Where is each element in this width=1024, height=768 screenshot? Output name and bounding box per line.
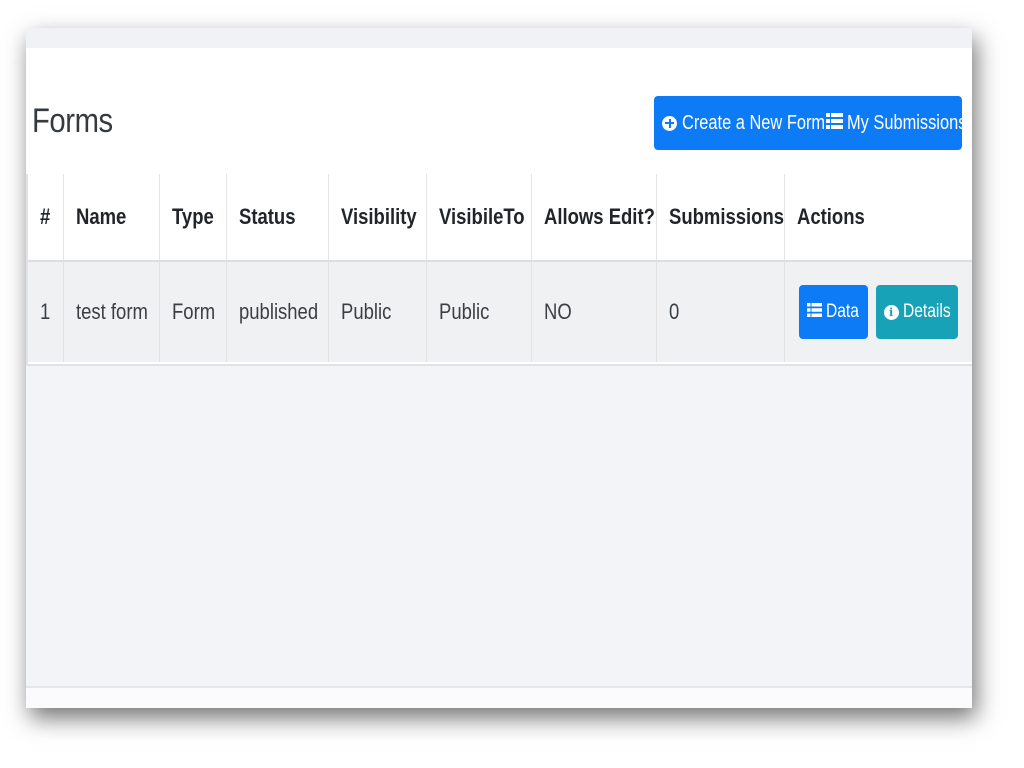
column-header-actions: Actions <box>784 174 972 262</box>
page-footer <box>26 686 972 708</box>
data-button-label: Data <box>825 301 859 322</box>
table-header-row: # Name Type Status Visibility VisibileTo… <box>28 174 972 262</box>
column-header-type[interactable]: Type <box>159 174 227 262</box>
page-title: Forms <box>32 102 113 140</box>
cell-allows-edit: NO <box>531 261 657 362</box>
column-header-submissions[interactable]: Submissions <box>656 174 785 262</box>
my-submissions-label: My Submissions <box>847 111 967 134</box>
forms-table: # Name Type Status Visibility VisibileTo… <box>28 174 972 362</box>
cell-submissions: 0 <box>656 261 785 362</box>
column-header-visible-to[interactable]: VisibileTo <box>426 174 532 262</box>
plus-circle-icon <box>662 115 677 131</box>
table-row: 1 test form Form published Public Public… <box>28 261 972 362</box>
column-header-number[interactable]: # <box>28 174 64 262</box>
column-header-visibility[interactable]: Visibility <box>328 174 427 262</box>
cell-visible-to: Public <box>426 261 532 362</box>
page-header: Forms Create a New Form My Submissions <box>26 48 972 194</box>
forms-table-container: # Name Type Status Visibility VisibileTo… <box>26 174 972 366</box>
column-header-name[interactable]: Name <box>63 174 160 262</box>
column-header-allows-edit[interactable]: Allows Edit? <box>531 174 657 262</box>
app-window: Forms Create a New Form My Submissions #… <box>26 28 972 708</box>
create-new-form-label: Create a New Form <box>682 111 826 134</box>
cell-type: Form <box>159 261 227 362</box>
cell-number: 1 <box>28 261 64 362</box>
my-submissions-button[interactable]: My Submissions <box>826 96 972 150</box>
column-header-status[interactable]: Status <box>226 174 329 262</box>
data-button[interactable]: Data <box>798 285 868 339</box>
list-icon <box>826 112 843 135</box>
cell-visibility: Public <box>328 261 427 362</box>
header-button-group: Create a New Form My Submissions <box>654 96 966 150</box>
details-button[interactable]: i Details <box>875 285 958 339</box>
cell-status: published <box>226 261 329 362</box>
list-icon <box>806 301 822 323</box>
info-circle-icon: i <box>883 304 899 320</box>
top-strip <box>26 28 972 48</box>
details-button-label: Details <box>902 301 951 322</box>
cell-actions: Data i Details <box>784 261 972 362</box>
cell-name: test form <box>63 261 160 362</box>
